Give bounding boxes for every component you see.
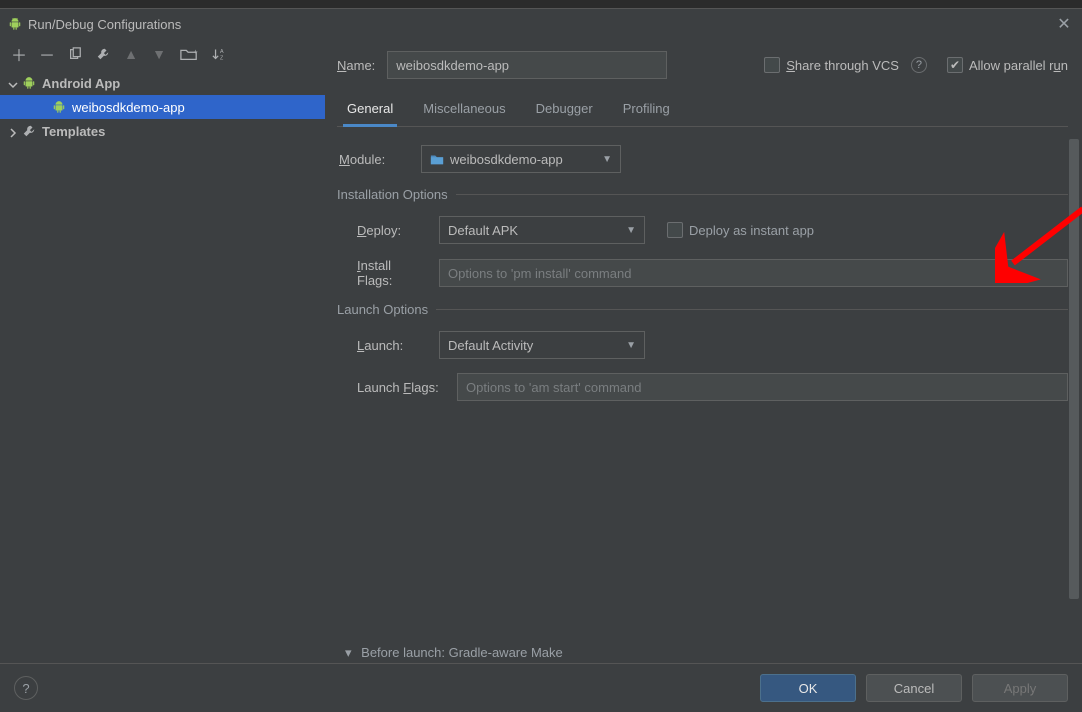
name-input[interactable]: [387, 51, 667, 79]
tree-group-templates[interactable]: Templates: [0, 119, 325, 143]
help-button[interactable]: ?: [14, 676, 38, 700]
install-flags-row: Install Flags:: [337, 258, 1068, 288]
dialog-titlebar: Run/Debug Configurations ✕: [0, 9, 1082, 39]
share-vcs-label: Share through VCS: [786, 58, 899, 73]
deploy-instant-checkbox[interactable]: [667, 222, 683, 238]
android-icon: [8, 17, 22, 31]
tab-debugger[interactable]: Debugger: [534, 97, 595, 126]
tree-templates-label: Templates: [40, 124, 105, 139]
chevron-down-icon: ▾: [345, 645, 352, 660]
install-flags-input[interactable]: [439, 259, 1068, 287]
svg-text:Z: Z: [220, 55, 224, 61]
share-vcs-checkbox[interactable]: [764, 57, 780, 73]
wrench-icon: [22, 124, 36, 138]
svg-text:A: A: [220, 49, 224, 55]
tab-general[interactable]: General: [345, 97, 395, 126]
tab-miscellaneous[interactable]: Miscellaneous: [421, 97, 507, 126]
deploy-instant-row[interactable]: Deploy as instant app: [667, 222, 814, 238]
launch-value: Default Activity: [448, 338, 533, 353]
move-down-icon[interactable]: ▼: [150, 45, 168, 63]
right-pane: Name: Share through VCS ? Allow parallel…: [325, 39, 1082, 663]
launch-flags-row: Launch Flags:: [337, 373, 1068, 401]
background-scrap: [0, 0, 1082, 8]
remove-config-icon[interactable]: －: [38, 45, 56, 63]
cancel-button[interactable]: Cancel: [866, 674, 962, 702]
caret-down-icon: ▼: [626, 225, 636, 236]
chevron-right-icon: [8, 126, 18, 136]
svg-text:+: +: [194, 47, 198, 56]
tree-group-label: Android App: [40, 76, 120, 91]
folder-add-icon[interactable]: +: [178, 45, 200, 63]
install-flags-label: Install Flags:: [339, 258, 429, 288]
deploy-row: Deploy: Default APK ▼ Deploy as instant …: [337, 216, 1068, 244]
tabs-bar: General Miscellaneous Debugger Profiling: [337, 97, 1068, 127]
left-pane: ＋ － ▲ ▼ + AZ: [0, 39, 325, 663]
tree-group-android-app[interactable]: Android App: [0, 71, 325, 95]
module-label: Module:: [339, 152, 411, 167]
caret-down-icon: ▼: [626, 340, 636, 351]
before-launch-section[interactable]: ▾ Before launch: Gradle-aware Make: [345, 645, 563, 661]
allow-parallel-checkbox[interactable]: [947, 57, 963, 73]
name-label: Name:: [337, 58, 375, 73]
module-value: weibosdkdemo-app: [450, 152, 563, 167]
edit-defaults-icon[interactable]: [94, 45, 112, 63]
folder-icon: [430, 152, 444, 166]
dialog-title: Run/Debug Configurations: [28, 17, 181, 32]
name-row: Name: Share through VCS ? Allow parallel…: [337, 51, 1068, 79]
tree-item-label: weibosdkdemo-app: [70, 100, 185, 115]
module-row: Module: weibosdkdemo-app ▼: [337, 145, 1068, 173]
deploy-instant-label: Deploy as instant app: [689, 223, 814, 238]
share-vcs-row[interactable]: Share through VCS: [764, 57, 899, 73]
launch-flags-input[interactable]: [457, 373, 1068, 401]
allow-parallel-row[interactable]: Allow parallel run: [947, 57, 1068, 73]
launch-combo[interactable]: Default Activity ▼: [439, 331, 645, 359]
deploy-combo[interactable]: Default APK ▼: [439, 216, 645, 244]
android-icon: [22, 76, 36, 90]
module-combo[interactable]: weibosdkdemo-app ▼: [421, 145, 621, 173]
tab-profiling[interactable]: Profiling: [621, 97, 672, 126]
installation-options-header: Installation Options: [337, 187, 1068, 202]
tree-item-weibosdkdemo-app[interactable]: weibosdkdemo-app: [0, 95, 325, 119]
move-up-icon[interactable]: ▲: [122, 45, 140, 63]
left-toolbar: ＋ － ▲ ▼ + AZ: [0, 39, 325, 69]
dialog-body: ＋ － ▲ ▼ + AZ: [0, 39, 1082, 663]
help-icon[interactable]: ?: [911, 57, 927, 73]
config-tree[interactable]: Android App weibosdkdemo-app: [0, 69, 325, 663]
sort-alpha-icon[interactable]: AZ: [210, 45, 230, 63]
run-debug-configurations-dialog: Run/Debug Configurations ✕ ＋ － ▲ ▼ +: [0, 8, 1082, 712]
android-icon: [52, 100, 66, 114]
scrollbar[interactable]: [1069, 139, 1079, 603]
deploy-value: Default APK: [448, 223, 518, 238]
copy-config-icon[interactable]: [66, 45, 84, 63]
allow-parallel-label: Allow parallel run: [969, 58, 1068, 73]
launch-flags-label: Launch Flags:: [339, 380, 447, 395]
launch-label: Launch:: [339, 338, 429, 353]
chevron-down-icon: [8, 78, 18, 88]
form-area: Module: weibosdkdemo-app ▼ Installation …: [337, 145, 1068, 663]
apply-button[interactable]: Apply: [972, 674, 1068, 702]
dialog-footer: ? OK Cancel Apply: [0, 663, 1082, 712]
close-icon[interactable]: ✕: [1054, 14, 1074, 34]
ok-button[interactable]: OK: [760, 674, 856, 702]
launch-row: Launch: Default Activity ▼: [337, 331, 1068, 359]
launch-options-header: Launch Options: [337, 302, 1068, 317]
add-config-icon[interactable]: ＋: [10, 45, 28, 63]
caret-down-icon: ▼: [602, 154, 612, 165]
scrollbar-thumb[interactable]: [1069, 139, 1079, 599]
deploy-label: Deploy:: [339, 223, 429, 238]
